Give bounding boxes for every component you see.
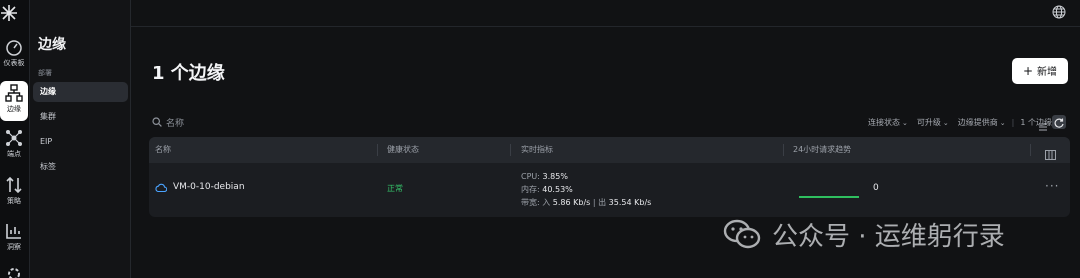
edges-table: 名称 健康状态 实时指标 24小时请求趋势 VM-0-10-debian 正常 … <box>149 137 1070 217</box>
rail-item-label: 端点 <box>7 150 21 158</box>
rail-item-insights[interactable]: 洞察 <box>0 222 28 252</box>
gauge-icon <box>0 38 28 58</box>
chevron-down-icon: ⌄ <box>902 118 908 127</box>
list-settings-icon[interactable] <box>1038 117 1048 131</box>
cpu-label: CPU: <box>521 172 540 181</box>
memory-value: 40.53% <box>542 185 573 194</box>
rail-item-label: 洞察 <box>7 243 21 251</box>
edge-name[interactable]: VM-0-10-debian <box>155 182 245 192</box>
cpu-value: 3.85% <box>542 172 568 181</box>
search-placeholder: 名称 <box>166 118 185 129</box>
rail-item-policy[interactable]: 策略 <box>0 176 28 206</box>
refresh-icon <box>1054 118 1064 128</box>
bandwidth-out-value: 35.54 Kb/s <box>608 198 652 207</box>
filter-label: 连接状态 <box>868 117 901 127</box>
chevron-down-icon: ⌄ <box>999 118 1006 127</box>
column-header-health[interactable]: 健康状态 <box>387 137 419 163</box>
refresh-button[interactable] <box>1052 115 1066 129</box>
filter-label: 边缘提供商 <box>957 117 998 127</box>
sidebar-group-label: 部署 <box>38 69 52 77</box>
filter-bar: 连接状态 ⌄ 可升级 ⌄ 边缘提供商 ⌄ | 1 个边缘 <box>859 116 1052 128</box>
rail-item-dashboard[interactable]: 仪表板 <box>0 38 28 68</box>
column-divider <box>510 144 511 156</box>
rail-item-label: 策略 <box>7 197 21 205</box>
gear-icon <box>0 266 28 278</box>
trend-value: 0 <box>873 183 879 193</box>
new-button[interactable]: + 新增 <box>1012 58 1068 84</box>
rail-item-label: 边缘 <box>7 105 21 113</box>
memory-metric: 内存: 40.53% <box>521 183 651 196</box>
column-divider <box>377 144 378 156</box>
bandwidth-in-value: 5.86 Kb/s <box>552 198 591 207</box>
divider: | <box>1011 117 1015 127</box>
logo-icon <box>0 4 18 22</box>
bandwidth-out-label: 出 <box>598 198 607 207</box>
wechat-icon <box>722 218 762 250</box>
rail-item-endpoints[interactable]: 端点 <box>0 129 28 159</box>
rail-item-label: 仪表板 <box>3 59 25 67</box>
chevron-down-icon: ⌄ <box>942 118 949 127</box>
column-header-trend[interactable]: 24小时请求趋势 <box>793 137 851 163</box>
secondary-sidebar: 边缘 部署 边缘 集群 EIP 标签 <box>30 0 131 278</box>
table-header: 名称 健康状态 实时指标 24小时请求趋势 <box>149 137 1070 163</box>
new-button-label: 新增 <box>1037 67 1058 78</box>
filter-label: 可升级 <box>916 117 941 127</box>
page-title: 1 个边缘 <box>152 63 225 84</box>
realtime-metrics: CPU: 3.85% 内存: 40.53% 带宽: 入 5.86 Kb/s | … <box>521 170 651 209</box>
rail-item-edge[interactable]: 边缘 <box>0 81 28 121</box>
filter-connection-status[interactable]: 连接状态 ⌄ <box>868 117 908 128</box>
plus-icon: + <box>1022 64 1034 78</box>
icon-rail: 仪表板 边缘 端点 策略 洞察 <box>0 0 30 278</box>
top-bar <box>131 0 1080 27</box>
column-header-metrics[interactable]: 实时指标 <box>521 137 553 163</box>
more-actions-icon[interactable]: ··· <box>1045 179 1059 193</box>
rail-item-settings[interactable] <box>0 266 28 278</box>
sidebar-title: 边缘 <box>38 37 66 53</box>
health-status: 正常 <box>387 184 403 193</box>
trend-sparkline <box>799 196 859 198</box>
column-divider <box>783 144 784 156</box>
sidebar-item-tags[interactable]: 标签 <box>33 157 128 177</box>
search-input[interactable]: 名称 <box>152 115 184 129</box>
arrows-icon <box>0 176 28 196</box>
watermark: 公众号 · 运维躬行录 <box>722 216 1005 252</box>
bandwidth-in-label: 入 <box>542 198 551 207</box>
filter-provider[interactable]: 边缘提供商 ⌄ <box>958 117 1006 128</box>
columns-icon[interactable] <box>1045 145 1056 160</box>
watermark-text: 公众号 · 运维躬行录 <box>772 221 1005 252</box>
edge-icon <box>0 84 28 104</box>
edge-name-label: VM-0-10-debian <box>173 182 245 192</box>
memory-label: 内存: <box>521 185 540 194</box>
sidebar-item-edge[interactable]: 边缘 <box>33 82 128 102</box>
table-row[interactable]: VM-0-10-debian 正常 CPU: 3.85% 内存: 40.53% … <box>149 163 1070 217</box>
column-divider <box>1030 144 1031 156</box>
sidebar-item-cluster[interactable]: 集群 <box>33 107 128 127</box>
chart-icon <box>0 222 28 242</box>
filter-upgradable[interactable]: 可升级 ⌄ <box>917 117 949 128</box>
search-icon <box>152 117 162 127</box>
bandwidth-label: 带宽: <box>521 198 540 207</box>
cpu-metric: CPU: 3.85% <box>521 170 651 183</box>
column-header-name[interactable]: 名称 <box>155 137 171 163</box>
cloud-icon <box>155 183 168 192</box>
bandwidth-metric: 带宽: 入 5.86 Kb/s | 出 35.54 Kb/s <box>521 198 652 207</box>
sidebar-item-eip[interactable]: EIP <box>33 132 128 152</box>
network-icon <box>0 129 28 149</box>
globe-icon[interactable] <box>1052 4 1066 19</box>
